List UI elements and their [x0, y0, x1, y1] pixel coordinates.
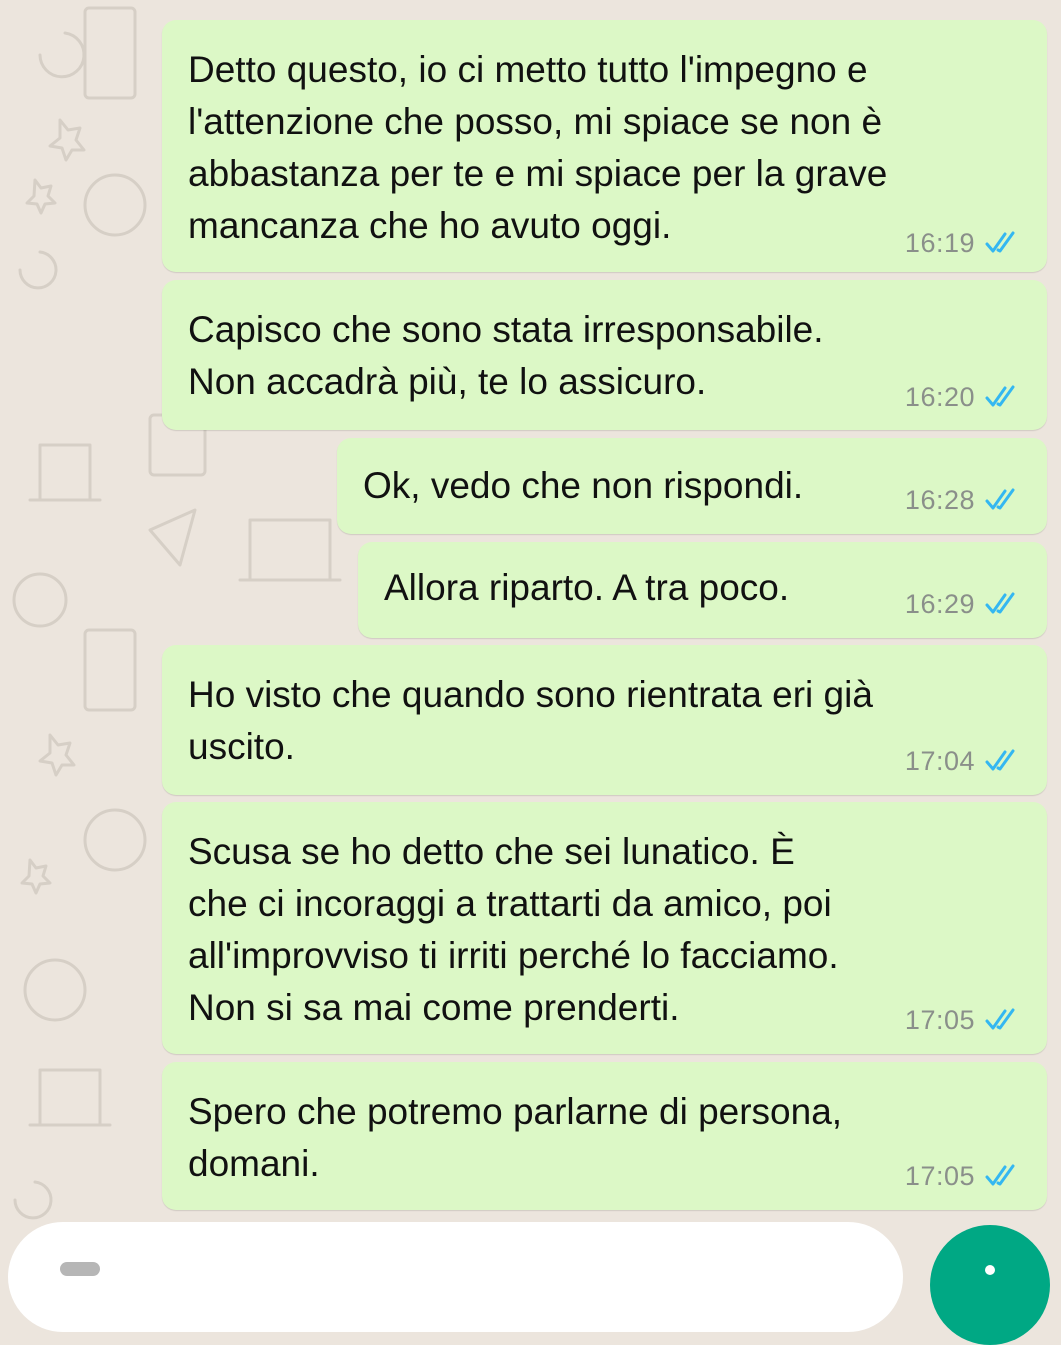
message-bubble[interactable]: Allora riparto. A tra poco. 16:29 [358, 542, 1047, 638]
message-meta: 17:05 [905, 1003, 1021, 1037]
message-text: Capisco che sono stata irresponsabile. N… [188, 309, 824, 402]
message-time: 16:20 [904, 381, 975, 412]
double-check-icon [985, 231, 1015, 253]
message-time: 16:19 [904, 227, 975, 258]
mic-icon [985, 1265, 995, 1275]
message-text: Spero che potremo parlarne di persona, d… [188, 1091, 843, 1184]
message-meta: 16:19 [905, 226, 1021, 260]
double-check-icon [985, 592, 1015, 614]
message-meta: 16:20 [905, 380, 1021, 414]
message-bubble[interactable]: Capisco che sono stata irresponsabile. N… [162, 280, 1047, 430]
mic-button[interactable] [930, 1225, 1050, 1345]
message-text: Scusa se ho detto che sei lunatico. È ch… [188, 831, 839, 1028]
message-bubble[interactable]: Spero che potremo parlarne di persona, d… [162, 1062, 1047, 1210]
double-check-icon [985, 385, 1015, 407]
message-meta: 17:04 [905, 744, 1021, 778]
message-time: 17:04 [904, 745, 975, 776]
message-time: 17:05 [904, 1160, 975, 1191]
message-text: Ok, vedo che non rispondi. [363, 465, 804, 506]
message-time: 16:29 [904, 588, 975, 619]
message-bubble[interactable]: Scusa se ho detto che sei lunatico. È ch… [162, 802, 1047, 1054]
emoji-icon[interactable] [60, 1262, 100, 1276]
message-meta: 17:05 [905, 1159, 1021, 1193]
message-text: Detto questo, io ci metto tutto l'impegn… [188, 49, 888, 246]
message-time: 17:05 [904, 1004, 975, 1035]
double-check-icon [985, 488, 1015, 510]
message-text: Ho visto che quando sono rientrata eri g… [188, 674, 873, 767]
message-time: 16:28 [904, 484, 975, 515]
message-bubble[interactable]: Detto questo, io ci metto tutto l'impegn… [162, 20, 1047, 272]
message-bubble[interactable]: Ok, vedo che non rispondi. 16:28 [337, 438, 1047, 534]
double-check-icon [985, 1008, 1015, 1030]
message-meta: 16:29 [905, 587, 1021, 621]
message-input-bar[interactable] [8, 1222, 903, 1332]
message-bubble[interactable]: Ho visto che quando sono rientrata eri g… [162, 645, 1047, 795]
message-text: Allora riparto. A tra poco. [384, 567, 790, 608]
double-check-icon [985, 749, 1015, 771]
message-meta: 16:28 [905, 483, 1021, 517]
double-check-icon [985, 1164, 1015, 1186]
